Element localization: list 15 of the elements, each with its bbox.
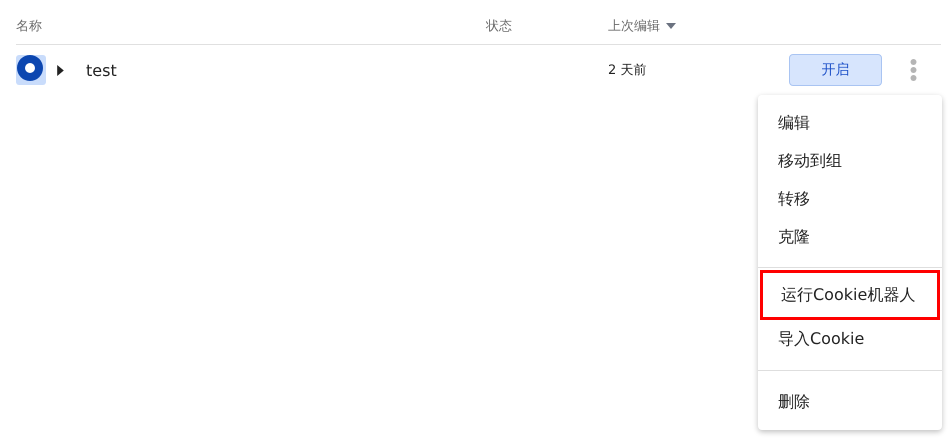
open-button[interactable]: 开启 (789, 54, 882, 86)
menu-item[interactable]: 删除 (758, 383, 942, 421)
column-header[interactable]: 状态 (486, 17, 512, 35)
menu-item[interactable]: 移动到组 (758, 142, 942, 180)
column-header[interactable]: 上次编辑 (608, 17, 660, 35)
row-name: test (86, 60, 117, 80)
edited-cell-text: 2 天前 (608, 62, 648, 79)
menu-item[interactable]: 编辑 (758, 104, 942, 142)
column-header[interactable]: 名称 (16, 17, 42, 35)
caret-icon[interactable] (57, 64, 64, 76)
ring-logo-icon (16, 55, 46, 85)
menu-item[interactable]: 转移 (758, 180, 942, 218)
menu-item[interactable]: 导入Cookie (758, 320, 942, 358)
menu-item[interactable]: 运行Cookie机器人 (760, 270, 940, 320)
menu-item[interactable]: 克隆 (758, 218, 942, 256)
